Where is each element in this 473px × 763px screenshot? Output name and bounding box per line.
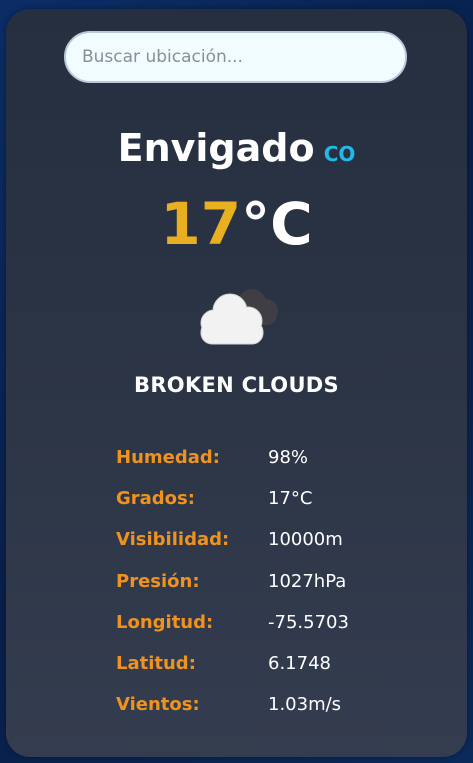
detail-row-wind: Vientos: 1.03m/s — [116, 684, 436, 725]
country-code: CO — [323, 142, 356, 166]
detail-label: Latitud: — [116, 653, 196, 675]
weather-details-list: Humedad: 98% Grados: 17°C Visibilidad: 1… — [116, 437, 436, 725]
weather-card: Envigado CO 17°C — [6, 9, 467, 757]
detail-value: 98% — [268, 447, 309, 469]
detail-row-humidity: Humedad: 98% — [116, 437, 436, 478]
detail-row-pressure: Presión: 1027hPa — [116, 561, 436, 602]
detail-label: Humedad: — [116, 447, 220, 469]
detail-value: 17°C — [268, 488, 313, 510]
temperature-value: 17 — [160, 190, 242, 258]
detail-row-latitude: Latitud: 6.1748 — [116, 643, 436, 684]
city-name: Envigado — [117, 126, 315, 170]
temperature-unit: °C — [241, 190, 313, 258]
broken-clouds-icon — [190, 281, 282, 347]
detail-label: Grados: — [116, 488, 195, 510]
detail-value: 6.1748 — [268, 653, 331, 675]
detail-label: Vientos: — [116, 694, 200, 716]
detail-label: Visibilidad: — [116, 529, 230, 551]
detail-row-degrees: Grados: 17°C — [116, 478, 436, 519]
detail-label: Presión: — [116, 570, 200, 592]
detail-row-longitude: Longitud: -75.5703 — [116, 602, 436, 643]
detail-row-visibility: Visibilidad: 10000m — [116, 519, 436, 560]
detail-value: -75.5703 — [268, 611, 349, 633]
detail-value: 10000m — [268, 529, 343, 551]
search-input[interactable] — [64, 31, 407, 83]
detail-value: 1.03m/s — [268, 694, 342, 716]
weather-description: BROKEN CLOUDS — [134, 373, 339, 397]
location-heading: Envigado CO — [6, 126, 467, 170]
detail-value: 1027hPa — [268, 570, 347, 592]
detail-label: Longitud: — [116, 611, 214, 633]
temperature-display: 17°C — [6, 189, 467, 259]
